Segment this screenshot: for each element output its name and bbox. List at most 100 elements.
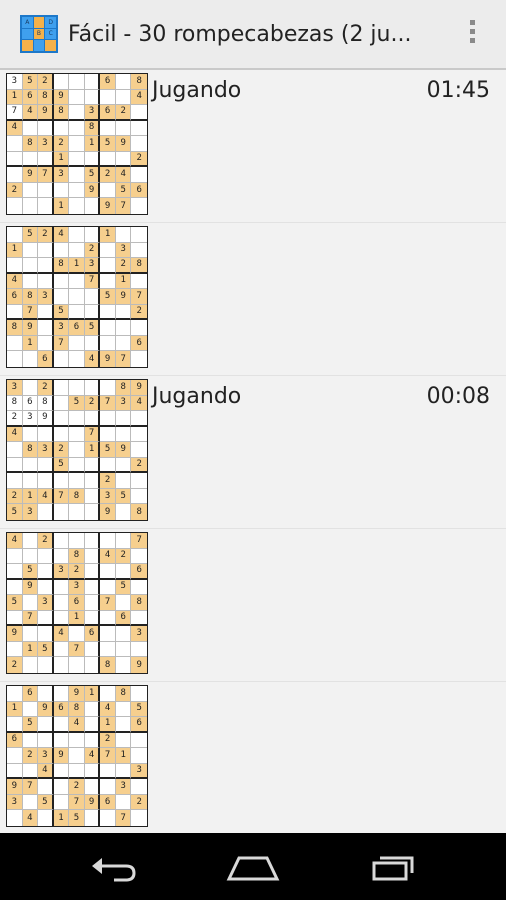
sudoku-cell (69, 273, 85, 290)
app-icon-cell: B (33, 28, 45, 40)
sudoku-cell: 5 (53, 304, 70, 321)
sudoku-thumbnail: 3526816894749836248832159129735242956197 (6, 73, 148, 215)
sudoku-cell: 8 (22, 442, 39, 458)
sudoku-cell: 1 (22, 335, 39, 352)
sudoku-cell (115, 626, 132, 642)
sudoku-cell: 1 (22, 641, 39, 658)
sudoku-cell (115, 89, 132, 106)
sudoku-cell (84, 548, 101, 565)
sudoku-cell (53, 595, 70, 611)
sudoku-cell (131, 274, 147, 290)
sudoku-cell: 5 (84, 320, 101, 336)
sudoku-cell: 2 (22, 748, 39, 764)
sudoku-cell (69, 136, 85, 152)
sudoku-cell: 9 (115, 442, 132, 458)
sudoku-cell (131, 427, 147, 443)
sudoku-cell: 4 (38, 488, 54, 505)
sudoku-cell (22, 763, 39, 780)
puzzle-row[interactable]: 3526816894749836248832159129735242956197… (0, 70, 506, 223)
sudoku-cell (7, 763, 23, 780)
sudoku-cell: 5 (7, 595, 23, 611)
sudoku-cell: 5 (131, 701, 147, 718)
sudoku-cell: 6 (100, 105, 116, 121)
sudoku-cell: 2 (84, 242, 101, 259)
sudoku-cell: 5 (115, 579, 132, 596)
sudoku-cell (116, 657, 132, 673)
puzzle-row[interactable]: 4278425326935536787169463157289 (0, 529, 506, 682)
sudoku-cell: 7 (100, 595, 116, 611)
sudoku-cell: 2 (53, 442, 70, 458)
sudoku-cell: 7 (115, 198, 132, 214)
sudoku-cell (131, 642, 147, 658)
sudoku-cell (38, 151, 54, 168)
sudoku-cell: 5 (38, 641, 54, 658)
sudoku-cell (7, 641, 23, 658)
sudoku-cell: 1 (7, 242, 23, 259)
sudoku-cell: 2 (115, 105, 132, 121)
sudoku-cell: 2 (131, 304, 147, 321)
page-title: Fácil - 30 rompecabezas (2 ju... (68, 21, 412, 47)
home-icon[interactable] (203, 833, 303, 900)
sudoku-cell (38, 182, 54, 199)
sudoku-thumbnail: 3289868527342394783215952221478355398 (6, 379, 148, 521)
puzzle-row[interactable]: 69181968455416622394714397233579624157 (0, 682, 506, 833)
app-icon-cell (22, 28, 33, 40)
sudoku-cell (100, 182, 116, 199)
sudoku-cell (53, 686, 70, 702)
overflow-menu-icon[interactable] (470, 20, 476, 43)
sudoku-cell: 9 (131, 657, 147, 673)
navigation-bar (0, 833, 506, 900)
sudoku-cell (115, 151, 132, 168)
sudoku-cell: 6 (7, 732, 23, 749)
sudoku-cell (84, 380, 101, 396)
sudoku-cell (69, 167, 85, 183)
puzzle-row[interactable]: 524112381328471683597752893651766497 (0, 223, 506, 376)
sudoku-cell (38, 564, 54, 580)
recent-apps-icon[interactable] (343, 833, 443, 900)
sudoku-cell (53, 473, 70, 489)
sudoku-cell (115, 701, 132, 718)
sudoku-cell: 5 (100, 442, 116, 458)
sudoku-cell (69, 748, 85, 764)
sudoku-cell (22, 626, 39, 642)
sudoku-cell: 8 (69, 488, 85, 505)
sudoku-cell (7, 748, 23, 764)
sudoku-app-icon[interactable]: A DBC (20, 15, 58, 53)
sudoku-cell: 1 (115, 748, 132, 764)
sudoku-cell: 3 (22, 504, 39, 520)
sudoku-cell (69, 657, 85, 673)
sudoku-cell: 8 (115, 380, 132, 396)
sudoku-cell: 2 (84, 395, 101, 412)
sudoku-cell: 5 (69, 395, 85, 412)
sudoku-cell: 7 (84, 273, 101, 290)
sudoku-cell (84, 732, 101, 749)
sudoku-cell: 9 (115, 136, 132, 152)
sudoku-cell: 5 (115, 488, 132, 505)
sudoku-cell: 5 (69, 810, 85, 826)
sudoku-cell (38, 779, 54, 795)
sudoku-cell: 4 (7, 273, 23, 290)
sudoku-cell: 1 (22, 488, 39, 505)
sudoku-cell (53, 533, 70, 549)
sudoku-cell (131, 105, 147, 121)
sudoku-cell (22, 242, 39, 259)
sudoku-cell (38, 304, 54, 321)
sudoku-cell (38, 610, 54, 627)
sudoku-cell (22, 380, 39, 396)
sudoku-cell (53, 548, 70, 565)
sudoku-cell (100, 810, 116, 826)
sudoku-cell (69, 473, 85, 489)
sudoku-cell (22, 595, 39, 611)
sudoku-cell: 8 (38, 395, 54, 412)
sudoku-cell (54, 657, 70, 673)
sudoku-cell (69, 304, 85, 321)
sudoku-cell (7, 579, 23, 596)
sudoku-cell (84, 227, 101, 243)
puzzle-row[interactable]: 3 2 8 9 8 6 8 5 2 7 3 4 2 3 9 4 7 8 3 2 1 5 9 5 2 2 2 1 4 7 8 3 5 5 3 9 8 Jug… (0, 376, 506, 529)
sudoku-cell (38, 579, 54, 596)
sudoku-cell (131, 580, 147, 596)
sudoku-cell (69, 380, 85, 396)
back-icon[interactable] (63, 833, 163, 900)
sudoku-cell: 7 (22, 779, 39, 795)
sudoku-cell (100, 151, 116, 168)
